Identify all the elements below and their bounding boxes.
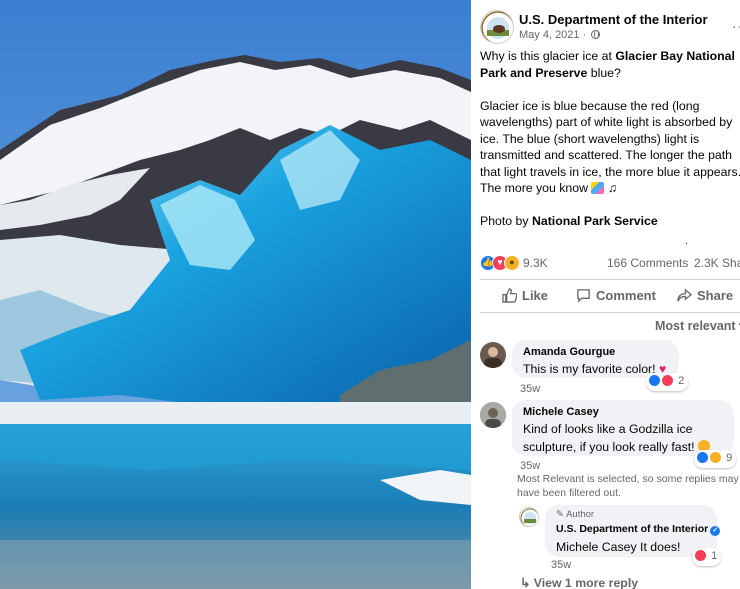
comment-text: Kind of looks like a Godzilla ice sculpt…: [523, 422, 710, 454]
author-label: Author: [566, 509, 595, 520]
reply-author-name[interactable]: U.S. Department of the Interior ✓: [556, 523, 721, 536]
comment-bubble: Michele Casey Kind of looks like a Godzi…: [512, 400, 734, 456]
post-text: Why is this glacier ice at Glacier Bay N…: [480, 48, 740, 246]
reply-bubble: ✎ Author U.S. Department of the Interior…: [545, 505, 721, 557]
sort-dropdown[interactable]: Most relevant ▾: [655, 318, 740, 333]
share-count[interactable]: 2.3K Shares: [694, 256, 740, 270]
avatar[interactable]: [519, 507, 539, 527]
music-note-icon: ♫: [607, 181, 618, 195]
share-button[interactable]: Share: [677, 288, 733, 306]
comment-reactions[interactable]: 9: [694, 450, 737, 468]
comment-time[interactable]: 35w: [520, 460, 540, 472]
love-reaction-icon: [694, 549, 707, 562]
comment-reactions[interactable]: 2: [646, 373, 689, 391]
wow-reaction-icon: ●: [504, 255, 520, 271]
rainbow-icon: [591, 182, 605, 194]
nps-link[interactable]: National Park Service: [532, 214, 658, 228]
divider: [480, 312, 740, 313]
comment-reaction-count: 2: [678, 375, 685, 387]
reply-text: Michele Casey It does!: [556, 540, 681, 554]
reply-reactions[interactable]: 1: [692, 548, 722, 566]
post-date[interactable]: May 4, 2021 ·: [519, 29, 601, 41]
haha-reaction-icon: [709, 451, 723, 464]
page-name[interactable]: U.S. Department of the Interior: [519, 12, 708, 27]
post-question: Why is this glacier ice at Glacier Bay N…: [480, 48, 740, 81]
avatar[interactable]: [480, 342, 506, 368]
share-icon: [677, 288, 693, 306]
post-body: Glacier ice is blue because the red (lon…: [480, 98, 740, 197]
comment-count[interactable]: 166 Comments: [607, 256, 688, 270]
commenter-name[interactable]: Michele Casey: [523, 406, 723, 418]
separator-dot: .: [685, 236, 688, 247]
reactions-row: 👍 ♥ ● 9.3K 166 Comments 2.3K Shares: [480, 254, 740, 272]
like-label: Like: [522, 288, 549, 303]
comment-button[interactable]: Comment: [576, 288, 656, 306]
comment-text-content: This is my favorite color!: [523, 362, 656, 376]
thumbs-up-icon: [502, 288, 518, 306]
glacier-photo[interactable]: [0, 0, 471, 589]
post-panel: U.S. Department of the Interior May 4, 2…: [471, 0, 740, 589]
like-reaction-icon: [648, 374, 661, 387]
love-reaction-icon: [661, 374, 675, 387]
filter-note: Most Relevant is selected, so some repli…: [517, 473, 739, 499]
credit-prefix: Photo by: [480, 214, 532, 228]
reply-reaction-count: 1: [711, 550, 718, 562]
globe-icon: [591, 30, 601, 39]
avatar[interactable]: [480, 402, 506, 428]
reply-time[interactable]: 35w: [551, 559, 571, 571]
more-icon[interactable]: ···: [732, 18, 740, 34]
comment-text: This is my favorite color! ♥: [523, 362, 666, 376]
author-badge: ✎ Author: [556, 509, 595, 520]
glacier-image: [0, 0, 471, 589]
reaction-count[interactable]: 9.3K: [523, 256, 548, 270]
post-credit: Photo by National Park Service: [480, 213, 740, 230]
like-button[interactable]: Like: [502, 288, 548, 306]
page-avatar[interactable]: [480, 10, 514, 44]
commenter-name[interactable]: Amanda Gourgue: [523, 346, 668, 358]
comment-text-content: Kind of looks like a Godzilla ice sculpt…: [523, 422, 695, 454]
post-date-text: May 4, 2021 ·: [519, 29, 587, 41]
post-question-prefix: Why is this glacier ice at: [480, 49, 616, 63]
post-header: U.S. Department of the Interior May 4, 2…: [480, 10, 740, 46]
like-reaction-icon: [696, 451, 709, 464]
doi-seal-icon: [481, 11, 513, 43]
reply-author-name-text: U.S. Department of the Interior: [556, 523, 709, 535]
post-question-suffix: blue?: [587, 65, 621, 80]
verified-icon: ✓: [710, 526, 721, 536]
comment-icon: [576, 288, 591, 306]
comment-reaction-count: 9: [726, 452, 733, 464]
share-label: Share: [697, 288, 734, 303]
comment-time[interactable]: 35w: [520, 383, 540, 395]
comment-label: Comment: [596, 288, 656, 303]
view-more-replies[interactable]: ↳ View 1 more reply: [520, 576, 638, 589]
divider: [480, 279, 740, 280]
action-bar: Like Comment Share: [480, 283, 740, 311]
